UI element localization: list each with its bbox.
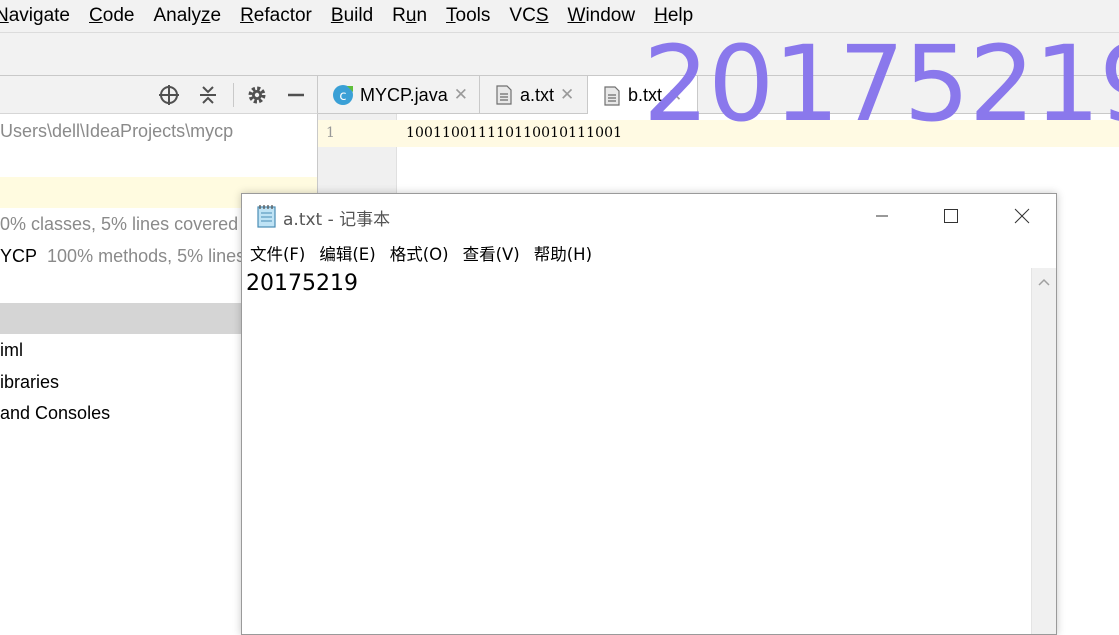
notepad-menu-edit[interactable]: 编辑(E) [319,241,375,265]
menu-code[interactable]: Code [89,5,134,27]
gear-icon[interactable] [246,84,268,106]
locate-icon[interactable] [158,84,180,106]
minimize-icon[interactable] [859,198,905,234]
editor-content[interactable]: 100110011110110010111001 [406,125,622,141]
scroll-up-icon[interactable] [1038,274,1050,292]
java-class-icon: c [332,84,354,106]
notepad-title: a.txt - 记事本 [283,210,391,230]
line-number: 1 [326,125,335,141]
tab-a-txt-label: a.txt [520,84,555,105]
notepad-text-area[interactable]: 20175219 [246,271,358,296]
tab-mycp-java[interactable]: c MYCP.java ✕ [318,76,480,114]
text-file-icon [496,85,512,105]
project-path: Users\dell\IdeaProjects\mycp [0,121,234,141]
menu-analyze[interactable]: Analyze [153,5,221,27]
menu-build[interactable]: Build [331,5,373,27]
project-panel-header [0,76,318,114]
menu-tools[interactable]: Tools [446,5,490,27]
tab-a-txt[interactable]: a.txt ✕ [480,76,588,114]
text-file-icon [604,85,620,106]
notepad-menu-help[interactable]: 帮助(H) [534,241,592,265]
menu-vcs[interactable]: VCS [509,5,548,27]
notepad-app-icon [255,203,279,234]
notepad-scrollbar[interactable] [1031,268,1056,634]
tree-item-mycp-label: YCP [0,246,38,266]
close-icon[interactable]: ✕ [454,85,468,105]
maximize-icon[interactable] [928,198,974,234]
close-icon[interactable]: ✕ [560,85,574,105]
hide-panel-icon[interactable] [285,84,307,106]
notepad-menu-format[interactable]: 格式(O) [390,241,449,265]
header-divider [233,83,234,107]
overlay-student-number: 20175219 [643,23,1119,145]
tree-item-mycp-coverage: 100% methods, 5% lines [47,246,246,266]
close-window-icon[interactable] [999,198,1045,234]
notepad-menu-view[interactable]: 查看(V) [463,241,520,265]
menu-run[interactable]: Run [392,5,427,27]
notepad-window: a.txt - 记事本 文件(F) 编辑(E) 格式(O) 查看(V) 帮助(H… [241,193,1057,635]
menu-refactor[interactable]: Refactor [240,5,312,27]
menu-window[interactable]: Window [568,5,636,27]
notepad-menu-file[interactable]: 文件(F) [250,241,305,265]
notepad-menu-bar: 文件(F) 编辑(E) 格式(O) 查看(V) 帮助(H) [242,238,1056,268]
tab-mycp-java-label: MYCP.java [360,84,448,105]
notepad-titlebar[interactable]: a.txt - 记事本 [242,194,1056,238]
svg-text:c: c [339,89,346,104]
collapse-all-icon[interactable] [197,84,219,106]
menu-navigate[interactable]: Navigate [0,5,70,27]
